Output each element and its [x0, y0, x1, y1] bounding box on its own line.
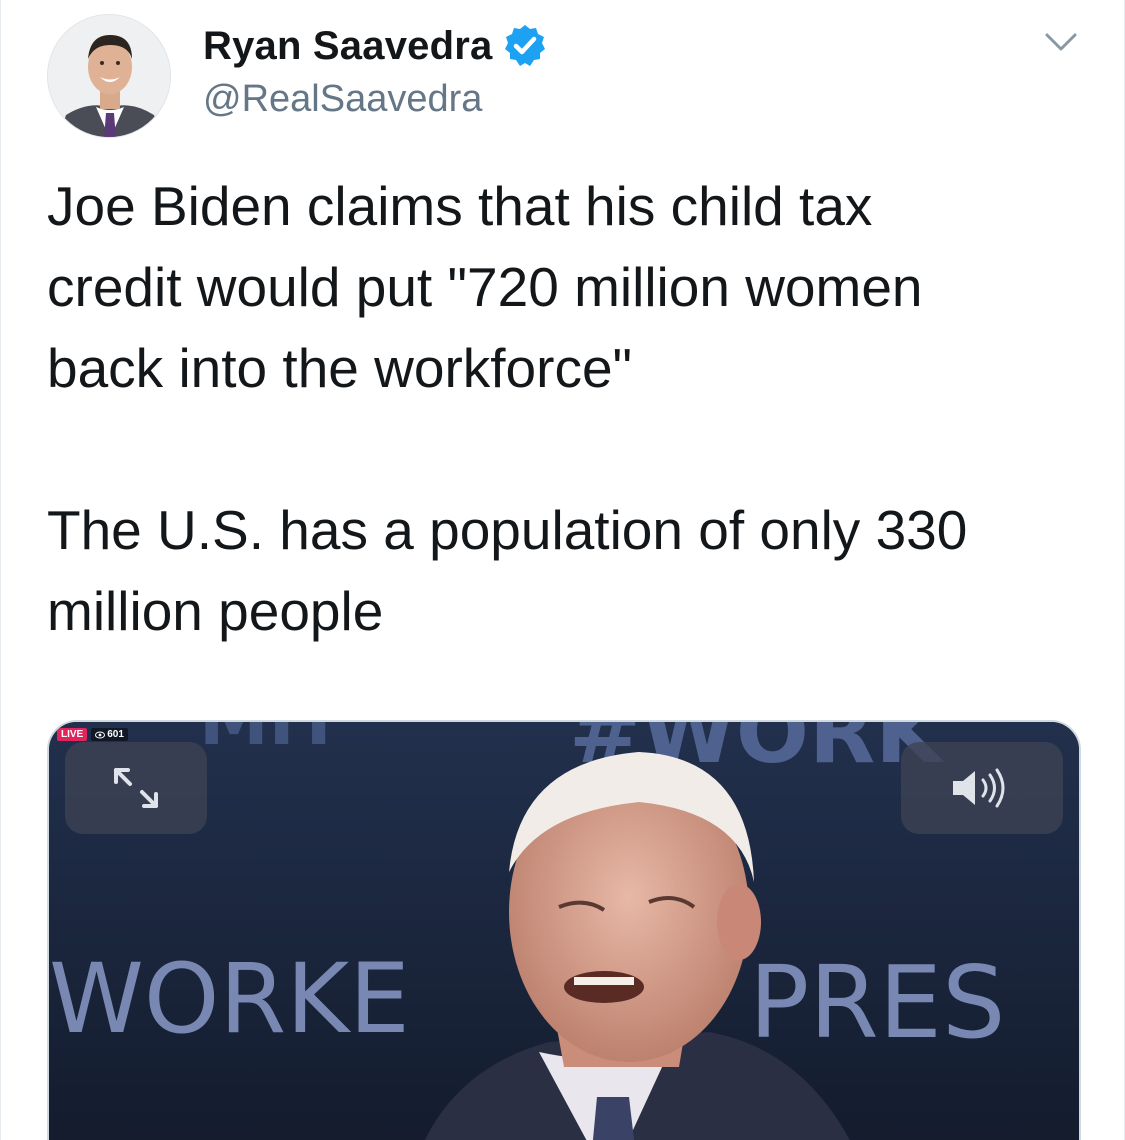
author-display-name[interactable]: Ryan Saavedra [203, 24, 492, 69]
live-indicator: LIVE 601 [57, 728, 128, 741]
stage-text-left: WORKE [49, 943, 410, 1055]
expand-video-button[interactable] [65, 742, 207, 834]
verified-badge-icon [502, 23, 548, 69]
tweet-video[interactable]: MIT #WORK WORKE PRES [47, 720, 1081, 1140]
tweet-card: Ryan Saavedra @RealSaavedra Joe Biden cl… [0, 0, 1125, 1140]
tweet-body: Joe Biden claims that his child tax cred… [47, 166, 1097, 652]
stage-text-top-left: MIT [199, 722, 343, 761]
viewer-count-value: 601 [107, 729, 124, 740]
tweet-text-line: credit would put "720 million women [47, 256, 923, 318]
tweet-text-line: Joe Biden claims that his child tax [47, 175, 873, 237]
speaker-volume-icon [953, 768, 1005, 808]
author-handle[interactable]: @RealSaavedra [203, 78, 482, 121]
author-name-row[interactable]: Ryan Saavedra [203, 20, 548, 72]
eye-icon [95, 731, 106, 738]
viewer-count: 601 [91, 728, 128, 741]
live-badge: LIVE [57, 728, 88, 741]
expand-arrows-icon [114, 768, 158, 808]
stage-text-right: PRES [749, 944, 1005, 1061]
tweet-text-line: million people [47, 580, 384, 642]
tweet-text-line: back into the workforce" [47, 337, 633, 399]
volume-button[interactable] [901, 742, 1063, 834]
tweet-text-line: The U.S. has a population of only 330 [47, 499, 968, 561]
author-avatar[interactable] [47, 14, 171, 138]
chevron-down-icon[interactable] [1041, 22, 1081, 62]
